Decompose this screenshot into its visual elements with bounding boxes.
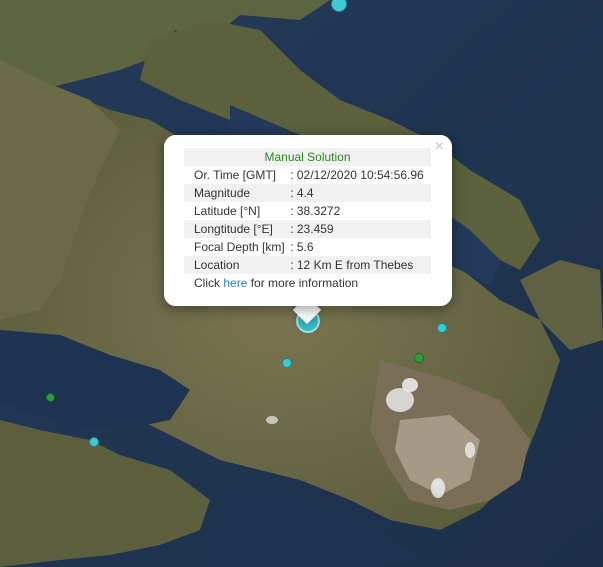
marker-green-west[interactable] <box>46 393 55 402</box>
value-origin-time: : 02/12/2020 10:54:56.96 <box>290 168 424 182</box>
label-location: Location <box>184 256 291 274</box>
value-longitude: : 23.459 <box>290 220 431 238</box>
close-icon[interactable]: × <box>435 139 444 155</box>
label-longitude: Longtitude [°E] <box>184 220 291 238</box>
row-location: Location : 12 Km E from Thebes <box>184 256 431 274</box>
row-longitude: Longtitude [°E] : 23.459 <box>184 220 431 238</box>
label-origin-time: Or. Time [GMT] <box>194 168 277 182</box>
cloud-3 <box>431 478 445 498</box>
row-magnitude: Magnitude : 4.4 <box>184 184 431 202</box>
row-focal-depth: Focal Depth [km] : 5.6 <box>184 238 431 256</box>
marker-gulf[interactable] <box>89 437 99 447</box>
event-info-table: Manual Solution Or. Time [GMT] : 02/12/2… <box>184 148 431 292</box>
label-magnitude: Magnitude <box>184 184 291 202</box>
value-latitude: : 38.3272 <box>290 204 341 218</box>
footer-prefix: Click <box>194 276 224 290</box>
row-footer: Click here for more information <box>184 274 431 292</box>
value-focal-depth: : 5.6 <box>290 240 314 254</box>
popup-content: × Manual Solution Or. Time [GMT] : 02/12… <box>164 135 452 306</box>
popup-title: Manual Solution <box>184 148 431 166</box>
cloud-4 <box>465 442 475 458</box>
label-focal-depth: Focal Depth [km] <box>194 240 285 254</box>
label-latitude: Latitude [°N] <box>194 204 261 218</box>
cloud-2 <box>402 378 418 392</box>
marker-green-east[interactable] <box>414 353 424 363</box>
earthquake-popup: × Manual Solution Or. Time [GMT] : 02/12… <box>164 135 452 306</box>
value-magnitude: : 4.4 <box>290 184 431 202</box>
row-latitude: Latitude [°N] : 38.3272 <box>184 202 431 220</box>
cloud-5 <box>266 416 278 424</box>
value-location: : 12 Km E from Thebes <box>290 256 431 274</box>
more-info-link[interactable]: here <box>223 276 247 290</box>
row-origin-time: Or. Time [GMT] : 02/12/2020 10:54:56.96 <box>184 166 431 184</box>
more-info-text: Click here for more information <box>184 274 431 292</box>
marker-south[interactable] <box>282 358 292 368</box>
footer-suffix: for more information <box>247 276 359 290</box>
marker-east[interactable] <box>437 323 447 333</box>
